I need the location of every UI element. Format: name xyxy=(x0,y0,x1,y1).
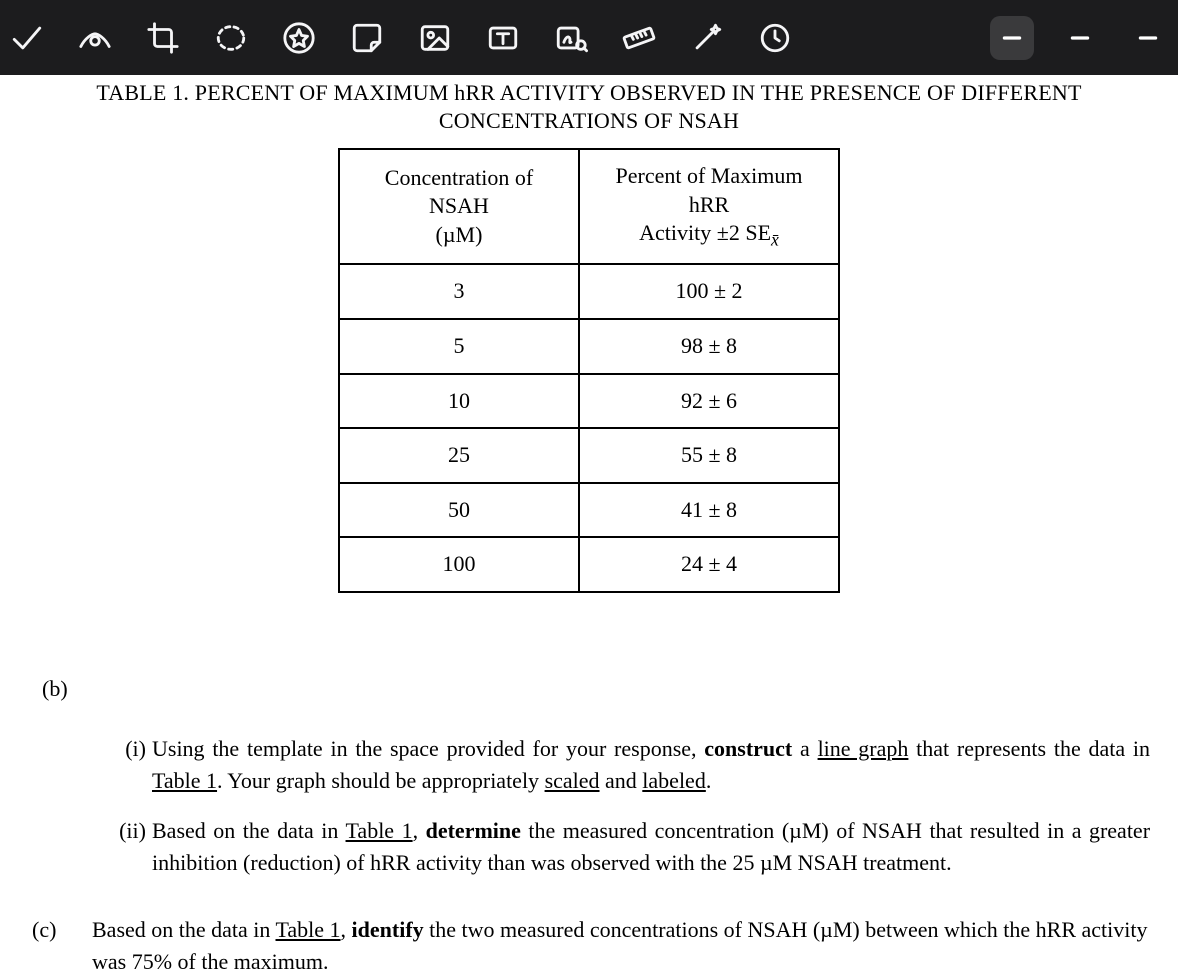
table-title-line2: CONCENTRATIONS OF NSAH xyxy=(439,108,739,133)
question-b: (b) xyxy=(28,673,1150,705)
magic-wand-icon[interactable] xyxy=(688,19,726,57)
zoom-out-button[interactable] xyxy=(990,16,1034,60)
check-icon[interactable] xyxy=(8,19,46,57)
table-row: 5 98 ± 8 xyxy=(339,319,839,374)
table-row: 25 55 ± 8 xyxy=(339,428,839,483)
table-cell: 50 xyxy=(339,483,579,538)
part-b-label: (b) xyxy=(28,673,80,705)
table-row: 3 100 ± 2 xyxy=(339,264,839,319)
part-c-label: (c) xyxy=(32,914,56,946)
clock-icon[interactable] xyxy=(756,19,794,57)
question-b-ii: (ii) Based on the data in Table 1, deter… xyxy=(106,815,1150,879)
star-icon[interactable] xyxy=(280,19,318,57)
document-page: TABLE 1. PERCENT OF MAXIMUM hRR ACTIVITY… xyxy=(0,79,1178,978)
table-cell: 100 ± 2 xyxy=(579,264,839,319)
data-table: Concentration of NSAH (µM) Percent of Ma… xyxy=(338,148,840,593)
signature-icon[interactable] xyxy=(552,19,590,57)
text-icon[interactable] xyxy=(484,19,522,57)
table-cell: 10 xyxy=(339,374,579,429)
table-cell: 92 ± 6 xyxy=(579,374,839,429)
question-c: (c) Based on the data in Table 1, identi… xyxy=(28,914,1150,978)
table-cell: 41 ± 8 xyxy=(579,483,839,538)
ruler-icon[interactable] xyxy=(620,19,658,57)
roman-i: (i) xyxy=(106,733,146,765)
table-header-row: Concentration of NSAH (µM) Percent of Ma… xyxy=(339,149,839,264)
table-cell: 25 xyxy=(339,428,579,483)
annotation-toolbar xyxy=(0,0,1178,75)
toolbar-extra-button-2[interactable] xyxy=(1126,16,1170,60)
eye-icon[interactable] xyxy=(76,19,114,57)
question-b-i: (i) Using the template in the space prov… xyxy=(106,733,1150,797)
table-row: 10 92 ± 6 xyxy=(339,374,839,429)
image-icon[interactable] xyxy=(416,19,454,57)
table-cell: 3 xyxy=(339,264,579,319)
table-title: TABLE 1. PERCENT OF MAXIMUM hRR ACTIVITY… xyxy=(28,79,1150,134)
table-header-col2: Percent of Maximum hRR Activity ±2 SEx̄ xyxy=(579,149,839,264)
sticky-note-icon[interactable] xyxy=(348,19,386,57)
lasso-icon[interactable] xyxy=(212,19,250,57)
table-row: 50 41 ± 8 xyxy=(339,483,839,538)
table-header-col1: Concentration of NSAH (µM) xyxy=(339,149,579,264)
table-cell: 5 xyxy=(339,319,579,374)
roman-ii: (ii) xyxy=(106,815,146,847)
questions: (b) (i) Using the template in the space … xyxy=(28,673,1150,978)
table-cell: 24 ± 4 xyxy=(579,537,839,592)
table-title-line1: TABLE 1. PERCENT OF MAXIMUM hRR ACTIVITY… xyxy=(96,80,1081,105)
crop-icon[interactable] xyxy=(144,19,182,57)
toolbar-extra-button-1[interactable] xyxy=(1058,16,1102,60)
table-row: 100 24 ± 4 xyxy=(339,537,839,592)
table-cell: 100 xyxy=(339,537,579,592)
table-cell: 55 ± 8 xyxy=(579,428,839,483)
table-cell: 98 ± 8 xyxy=(579,319,839,374)
question-b-sublist: (i) Using the template in the space prov… xyxy=(28,733,1150,879)
